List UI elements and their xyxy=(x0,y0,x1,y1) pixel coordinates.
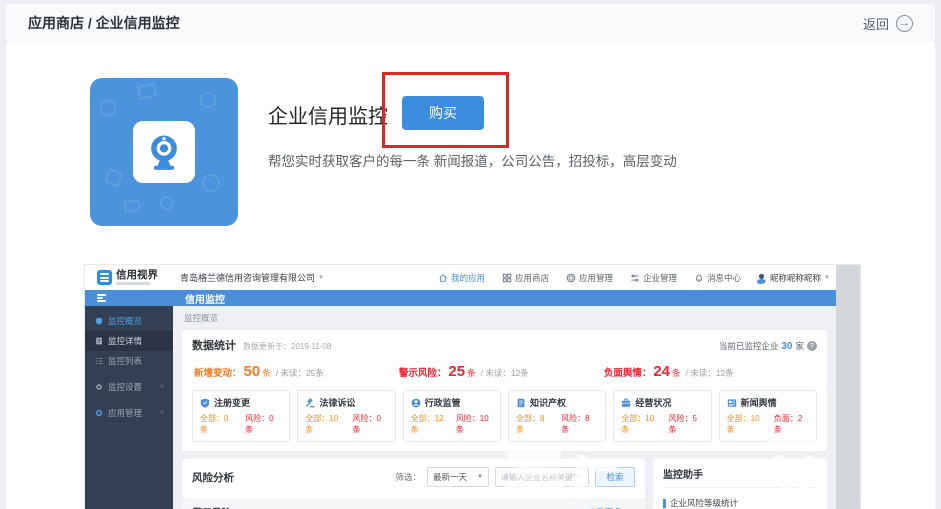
nav-item-app-manage: 应用管理 xyxy=(566,272,613,284)
risk-analysis-card: 风险分析 筛选： 最新一天 ▼ 检索 警示风险 xyxy=(182,459,645,509)
section-bar-icon xyxy=(663,498,666,508)
app-icon xyxy=(95,409,103,417)
chevron-down-icon: ˅ xyxy=(159,409,164,417)
sidebar-item-monitor-detail: 监控详情 xyxy=(85,331,173,351)
help-icon: ? xyxy=(807,341,817,351)
preview-scrollbar-strip xyxy=(836,265,860,509)
summary-new-changes: 新增变动： 50 条 / 未读：25条 xyxy=(194,363,324,380)
webcam-icon xyxy=(133,121,195,183)
time-filter-select: 最新一天 ▼ xyxy=(427,467,489,487)
category-card-business: 经营状况 全部：10 条风险：5 条 xyxy=(613,390,712,442)
back-button[interactable]: 返回 → xyxy=(863,14,913,33)
nav-item-message-center: 消息中心 xyxy=(694,272,741,284)
nav-item-app-store: 应用商店 xyxy=(502,272,549,284)
assistant-title: 监控助手 xyxy=(663,466,817,488)
file-icon xyxy=(96,337,102,345)
category-cards: 注册变更 全部：0 条风险：0 条 法律诉讼 全部：10 条风险：0 条 行政监… xyxy=(192,390,817,442)
caret-down-icon: ▼ xyxy=(477,474,483,480)
sidebar-item-app-manage: 应用管理 ˅ xyxy=(85,403,173,423)
category-card-register: 注册变更 全部：0 条风险：0 条 xyxy=(192,390,291,442)
caret-down-icon: ▼ xyxy=(318,274,324,281)
caret-down-icon: ▼ xyxy=(824,274,830,281)
breadcrumb[interactable]: 应用商店 / 企业信用监控 xyxy=(28,13,180,33)
category-card-ip: 知识产权 全部：8 条风险：8 条 xyxy=(507,390,607,442)
app-title: 企业信用监控 xyxy=(268,106,388,128)
user-nickname: 昵称昵称昵称 xyxy=(770,272,822,283)
logo-text: 信用视界 xyxy=(116,269,158,281)
preview-page-title: 信用监控 xyxy=(185,294,225,306)
sidebar-item-monitor-overview: 监控概览 xyxy=(85,311,173,331)
sliders-icon xyxy=(631,273,639,282)
logo-icon xyxy=(97,270,112,285)
buy-button[interactable]: 购买 xyxy=(402,96,484,130)
summary-negative-news: 负面舆情： 24 条 / 未读：12条 xyxy=(603,363,734,380)
assistant-sublabel: 企业风险等级统计 xyxy=(663,497,817,509)
package-icon xyxy=(566,273,576,282)
app-preview-screenshot: 信用视界 青岛格兰德信用咨询管理有限公司 ▼ 我的应用 应用商店 应用管理 企业… xyxy=(85,265,860,509)
nav-item-company-manage: 企业管理 xyxy=(630,272,677,284)
company-search-input xyxy=(495,467,589,487)
preview-nav: 我的应用 应用商店 应用管理 企业管理 消息中心 xyxy=(438,272,741,284)
preview-title-bar: 信用监控 xyxy=(85,290,860,306)
logo-subtext xyxy=(116,282,150,285)
warning-risk-title: 警示风险 xyxy=(193,505,231,509)
risk-analysis-title: 风险分析 xyxy=(192,471,234,484)
stats-card: 数据统计 数据更新于：2019-11-08 当前已监控企业 30 家 ? 新增变… xyxy=(182,330,827,451)
summary-row: 新增变动： 50 条 / 未读：25条 警示风险： 25 条 / 未读：12条 … xyxy=(194,363,817,380)
monitor-assistant-card: 监控助手 企业风险等级统计 xyxy=(653,459,827,509)
company-selector: 青岛格兰德信用咨询管理有限公司 ▼ xyxy=(180,273,324,283)
app-description: 帮您实时获取客户的每一条 新闻报道，公司公告，招投标，高层变动 xyxy=(268,154,677,169)
sidebar-item-monitor-list: 监控列表 xyxy=(85,351,173,371)
category-card-lawsuit: 法律诉讼 全部：10 条风险：0 条 xyxy=(297,390,396,442)
app-detail-card: 企业信用监控 购买 帮您实时获取客户的每一条 新闻报道，公司公告，招投标，高层变… xyxy=(6,42,935,509)
sidebar-item-monitor-settings: 监控设置 ˅ xyxy=(85,377,173,397)
home-icon xyxy=(439,273,447,282)
warning-risk-band: 警示风险 查看更多 >> xyxy=(182,498,645,509)
back-label: 返回 xyxy=(862,16,889,32)
stats-updated: 数据更新于：2019-11-08 xyxy=(243,342,332,351)
bell-icon xyxy=(696,274,702,282)
collapse-menu-icon xyxy=(85,294,173,302)
news-icon xyxy=(727,398,736,407)
shield-icon xyxy=(95,317,103,325)
user-badge-icon xyxy=(411,398,421,407)
preview-header: 信用视界 青岛格兰德信用咨询管理有限公司 ▼ 我的应用 应用商店 应用管理 企业… xyxy=(85,265,860,290)
nav-item-my-apps: 我的应用 xyxy=(438,272,485,284)
chevron-down-icon: ˅ xyxy=(159,383,164,391)
briefcase-icon xyxy=(622,398,631,407)
preview-breadcrumb: 监控概览 xyxy=(184,313,219,323)
app-icon-tile xyxy=(90,78,238,226)
list-icon xyxy=(95,358,103,364)
search-button: 检索 xyxy=(595,467,635,487)
monitored-count: 当前已监控企业 30 家 ? xyxy=(719,340,817,352)
user-menu: 昵称昵称昵称 ▼ xyxy=(755,271,830,284)
document-icon xyxy=(517,398,525,407)
avatar xyxy=(755,271,768,284)
preview-logo: 信用视界 xyxy=(97,270,158,285)
category-card-news: 新闻舆情 全部：10 条负面：2 条 xyxy=(718,390,817,442)
filter-label: 筛选： xyxy=(395,472,421,482)
back-arrow-icon: → xyxy=(896,14,913,32)
grid-icon xyxy=(502,273,512,282)
page-topbar: 应用商店 / 企业信用监控 返回 → xyxy=(6,4,935,42)
preview-content: 监控概览 数据统计 数据更新于：2019-11-08 当前已监控企业 30 家 … xyxy=(173,306,836,509)
gavel-icon xyxy=(306,397,315,407)
stats-title: 数据统计 xyxy=(192,340,236,352)
shield-icon xyxy=(200,398,210,408)
preview-sidebar: 监控概览 监控详情 监控列表 监控设置 ˅ 应用管理 ˅ xyxy=(85,306,173,509)
summary-warning-risk: 警示风险： 25 条 / 未读：12条 xyxy=(398,363,529,380)
gear-icon xyxy=(96,384,102,390)
category-card-regulation: 行政监管 全部：12 条风险：10 条 xyxy=(402,390,501,442)
